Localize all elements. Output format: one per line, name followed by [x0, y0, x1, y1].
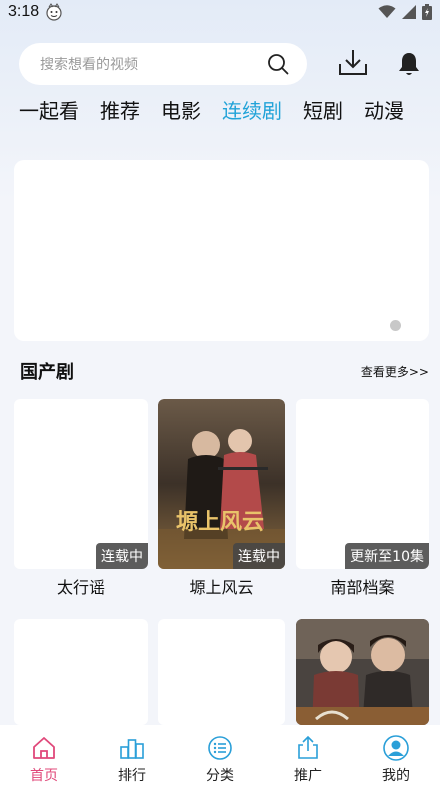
video-card[interactable] — [158, 619, 285, 725]
category-icon[interactable] — [207, 735, 233, 761]
video-title[interactable]: 塬上风云 — [158, 576, 285, 600]
video-poster[interactable]: 塬上风云 连载中 — [158, 399, 285, 569]
poster-title-text: 塬上风云 — [176, 509, 264, 535]
nav-label: 推广 — [294, 768, 322, 784]
tab-recommend[interactable]: 推荐 — [100, 96, 140, 126]
nav-label: 我的 — [382, 768, 410, 784]
share-icon[interactable] — [295, 735, 321, 761]
nav-home[interactable]: 首页 — [0, 735, 88, 785]
nav-label: 排行 — [118, 768, 146, 784]
wifi-icon — [378, 5, 396, 18]
video-poster[interactable]: 连载中 — [14, 399, 148, 569]
category-tabs: 一起看 推荐 电影 连续剧 短剧 动漫 — [19, 96, 425, 126]
video-poster[interactable] — [158, 619, 285, 725]
video-poster[interactable]: 更新至10集 — [296, 399, 429, 569]
tab-together[interactable]: 一起看 — [19, 96, 79, 126]
video-card[interactable] — [14, 619, 148, 725]
search-row: 搜索想看的视频 — [19, 43, 429, 85]
signal-icon — [402, 5, 416, 19]
section-title: 国产剧 — [20, 362, 74, 383]
status-badge: 连载中 — [96, 543, 148, 569]
ranking-icon[interactable] — [119, 735, 145, 761]
tab-anime[interactable]: 动漫 — [364, 96, 404, 126]
nav-label: 分类 — [206, 768, 234, 784]
home-icon[interactable] — [31, 735, 57, 761]
video-poster[interactable] — [14, 619, 148, 725]
video-title[interactable]: 太行谣 — [14, 576, 148, 600]
app-notification-icon — [46, 3, 62, 21]
nav-label: 首页 — [30, 768, 58, 784]
video-poster[interactable] — [296, 619, 429, 725]
nav-ranking[interactable]: 排行 — [88, 735, 176, 785]
status-time: 3:18 — [8, 3, 40, 20]
tab-movies[interactable]: 电影 — [161, 96, 201, 126]
bottom-navigation: 首页 排行 分类 推广 我的 — [0, 725, 440, 789]
nav-category[interactable]: 分类 — [176, 735, 264, 785]
nav-promote[interactable]: 推广 — [264, 735, 352, 785]
bell-icon[interactable] — [397, 51, 421, 77]
video-card[interactable]: 塬上风云 连载中 塬上风云 — [158, 399, 285, 600]
battery-icon — [422, 4, 432, 20]
profile-icon[interactable] — [383, 735, 409, 761]
see-more-link[interactable]: 查看更多>> — [361, 363, 429, 380]
status-badge: 更新至10集 — [345, 543, 429, 569]
video-title[interactable]: 南部档案 — [296, 576, 429, 600]
tab-tv-series[interactable]: 连续剧 — [222, 96, 282, 126]
status-badge: 连载中 — [233, 543, 285, 569]
search-placeholder: 搜索想看的视频 — [40, 57, 138, 73]
video-card[interactable]: 更新至10集 南部档案 — [296, 399, 429, 600]
poster-image — [296, 619, 429, 725]
search-input[interactable]: 搜索想看的视频 — [19, 43, 307, 85]
status-bar: 3:18 — [0, 0, 440, 24]
download-icon[interactable] — [337, 47, 369, 79]
tab-short-drama[interactable]: 短剧 — [303, 96, 343, 126]
banner-carousel[interactable] — [14, 160, 429, 341]
carousel-indicator[interactable] — [390, 320, 401, 331]
video-card[interactable] — [296, 619, 429, 725]
nav-profile[interactable]: 我的 — [352, 735, 440, 785]
video-card[interactable]: 连载中 太行谣 — [14, 399, 148, 600]
search-icon[interactable] — [267, 53, 289, 75]
